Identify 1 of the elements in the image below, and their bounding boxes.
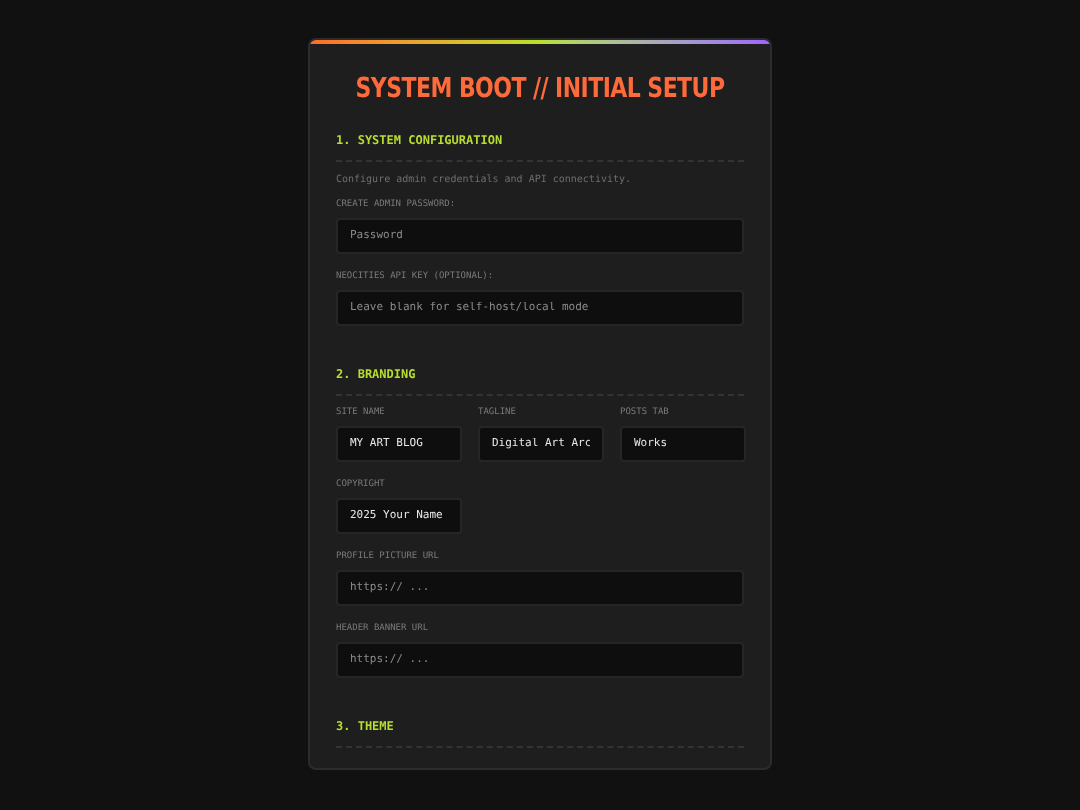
page-title: SYSTEM BOOT // INITIAL SETUP [353, 70, 727, 109]
